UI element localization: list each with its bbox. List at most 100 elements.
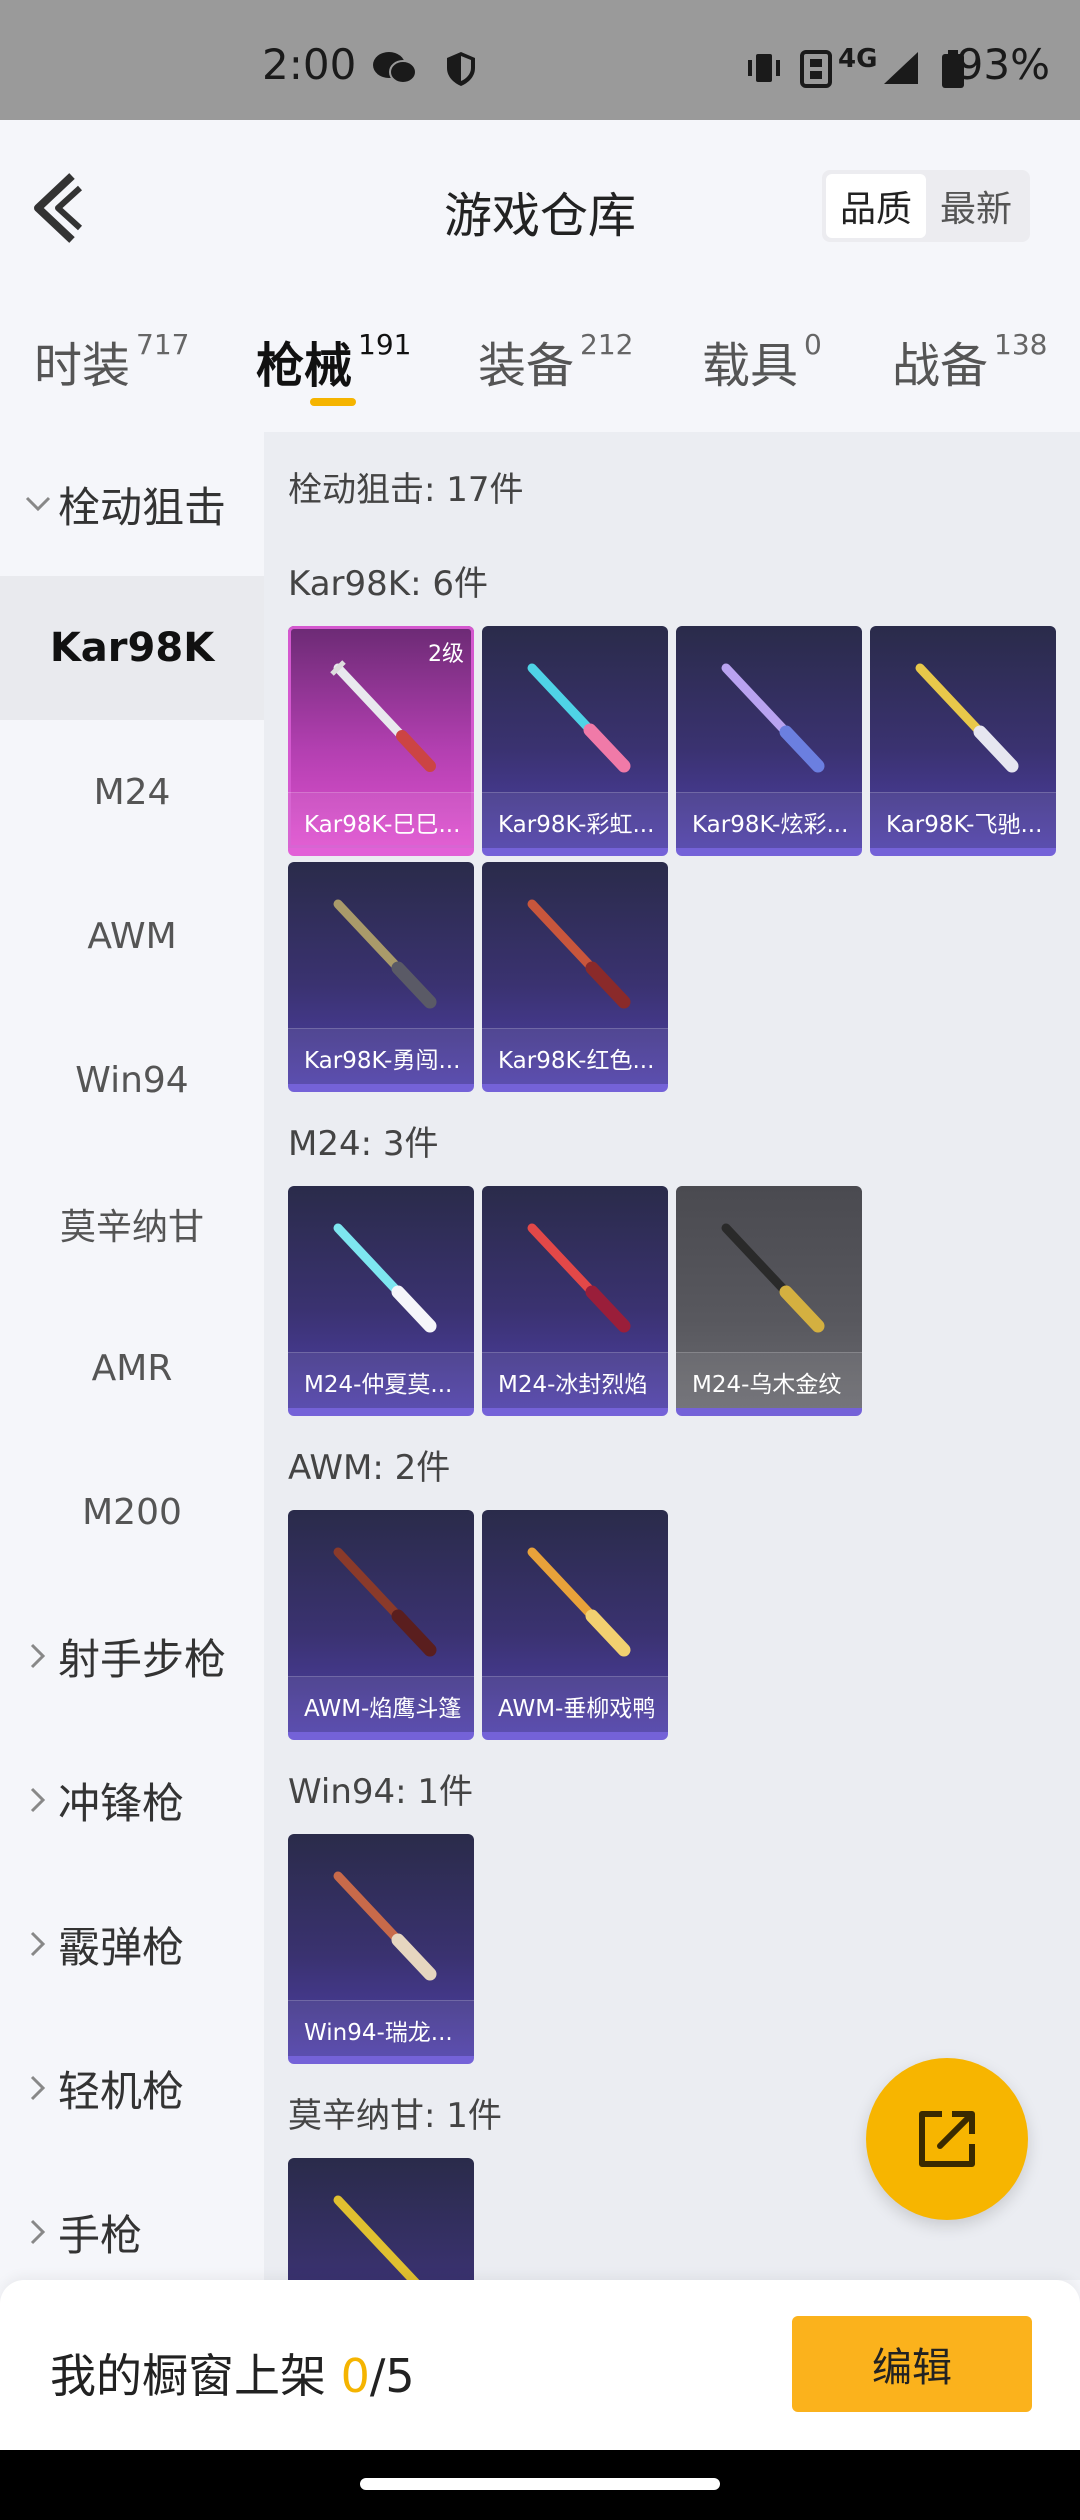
- rifle-icon: [527, 663, 631, 773]
- showcase-bar: 我的橱窗上架 0/5 编辑: [0, 2280, 1080, 2450]
- showcase-total: /5: [369, 2349, 415, 2403]
- section-title-kar98k: Kar98K: 6件: [288, 564, 488, 604]
- sidebar-item-m24[interactable]: M24: [0, 720, 264, 864]
- item-card[interactable]: Kar98K-彩虹...: [482, 626, 668, 856]
- sort-newest-button[interactable]: 最新: [926, 174, 1026, 238]
- signal-icon: [880, 50, 920, 90]
- active-tab-indicator: [310, 398, 356, 406]
- sidebar-item-m200[interactable]: M200: [0, 1440, 264, 1584]
- tab-fashion[interactable]: 时装 717: [34, 326, 189, 396]
- home-handle[interactable]: [360, 2478, 720, 2490]
- sidebar-category-label: 手枪: [58, 2210, 143, 2260]
- status-time: 2:00: [262, 40, 357, 89]
- chevron-right-icon: [18, 1787, 58, 1813]
- tab-equipment[interactable]: 装备 212: [478, 326, 633, 396]
- volte-icon: [800, 50, 832, 92]
- chevron-right-icon: [18, 2075, 58, 2101]
- tab-count: 717: [136, 328, 190, 361]
- chevron-right-icon: [18, 1931, 58, 1957]
- sidebar-category-lmg[interactable]: 轻机枪: [0, 2016, 264, 2160]
- tab-count: 212: [580, 328, 634, 361]
- share-fab-button[interactable]: [866, 2058, 1028, 2220]
- header: 游戏仓库 品质 最新: [0, 120, 1080, 288]
- category-tabs: 时装 717 枪械 191 装备 212 载具 0 战备 138: [0, 300, 1080, 430]
- vibrate-icon: [744, 50, 784, 90]
- sidebar-item-kar98k[interactable]: Kar98K: [0, 576, 264, 720]
- tab-label: 枪械: [256, 338, 353, 394]
- tab-label: 战备: [892, 338, 989, 394]
- sidebar-item-amr[interactable]: AMR: [0, 1296, 264, 1440]
- sidebar: 栓动狙击 Kar98K M24 AWM Win94 莫辛纳甘 AMR M200 …: [0, 432, 264, 2280]
- shield-icon: [444, 50, 478, 92]
- rifle-icon: [333, 899, 437, 1009]
- sidebar-category-shotgun[interactable]: 霰弹枪: [0, 1872, 264, 2016]
- sidebar-category-label: 霰弹枪: [58, 1922, 185, 1972]
- rifle-icon: [333, 2195, 420, 2280]
- status-bar: 2:00 4G 93%: [0, 0, 1080, 120]
- sidebar-category-pistol[interactable]: 手枪: [0, 2160, 264, 2280]
- item-name: Win94-瑞龙...: [288, 2000, 474, 2056]
- category-summary: 栓动狙击: 17件: [288, 470, 524, 510]
- item-card[interactable]: 2级 Kar98K-巳巳...: [288, 626, 474, 856]
- wechat-icon: [372, 50, 418, 90]
- tab-vehicles[interactable]: 载具 0: [702, 326, 822, 396]
- sidebar-category-label: 射手步枪: [58, 1634, 227, 1684]
- sidebar-category-marksman[interactable]: 射手步枪: [0, 1584, 264, 1728]
- rifle-icon: [527, 1223, 631, 1333]
- sidebar-category-bolt-action[interactable]: 栓动狙击: [0, 432, 264, 576]
- item-card[interactable]: M24-仲夏莫...: [288, 1186, 474, 1416]
- item-card[interactable]: M24-乌木金纹: [676, 1186, 862, 1416]
- item-name: Kar98K-巳巳...: [288, 792, 474, 848]
- rifle-icon: [333, 1223, 437, 1333]
- showcase-status: 我的橱窗上架 0/5: [50, 2340, 415, 2406]
- item-name: Kar98K-彩虹...: [482, 792, 668, 848]
- item-name: M24-乌木金纹: [676, 1352, 862, 1408]
- item-name: Kar98K-飞驰...: [870, 792, 1056, 848]
- sort-toggle: 品质 最新: [822, 170, 1030, 242]
- rifle-icon: [527, 1547, 631, 1657]
- item-card[interactable]: Kar98K-红色...: [482, 862, 668, 1092]
- sidebar-item-awm[interactable]: AWM: [0, 864, 264, 1008]
- item-name: M24-仲夏莫...: [288, 1352, 474, 1408]
- rifle-icon: [721, 663, 825, 773]
- tab-label: 载具: [702, 338, 799, 394]
- item-card[interactable]: Kar98K-飞驰...: [870, 626, 1056, 856]
- battery-percent: 93%: [956, 40, 1050, 89]
- item-card[interactable]: M24-冰封烈焰: [482, 1186, 668, 1416]
- edit-button[interactable]: 编辑: [792, 2316, 1032, 2412]
- section-title-win94: Win94: 1件: [288, 1772, 474, 1812]
- item-card-partial[interactable]: [288, 2158, 474, 2280]
- tab-label: 装备: [478, 338, 575, 394]
- sidebar-item-win94[interactable]: Win94: [0, 1008, 264, 1152]
- item-name: AWM-焰鹰斗篷: [288, 1676, 474, 1732]
- item-level: 2级: [428, 642, 464, 667]
- showcase-label: 我的橱窗上架: [50, 2349, 341, 2403]
- rifle-icon: [915, 663, 1019, 773]
- item-card[interactable]: Kar98K-勇闯...: [288, 862, 474, 1092]
- share-external-icon: [919, 2111, 975, 2167]
- tab-guns[interactable]: 枪械 191: [256, 326, 411, 396]
- item-card[interactable]: Kar98K-炫彩...: [676, 626, 862, 856]
- section-title-mosin: 莫辛纳甘: 1件: [288, 2096, 502, 2136]
- showcase-count: 0: [340, 2349, 370, 2403]
- rifle-icon: [721, 1223, 825, 1333]
- tab-count: 0: [804, 328, 822, 361]
- tab-supplies[interactable]: 战备 138: [892, 326, 1047, 396]
- section-title-m24: M24: 3件: [288, 1124, 439, 1164]
- item-name: AWM-垂柳戏鸭: [482, 1676, 668, 1732]
- item-card[interactable]: Win94-瑞龙...: [288, 1834, 474, 2064]
- sidebar-item-mosin[interactable]: 莫辛纳甘: [0, 1152, 264, 1296]
- sidebar-category-smg[interactable]: 冲锋枪: [0, 1728, 264, 1872]
- item-card[interactable]: AWM-焰鹰斗篷: [288, 1510, 474, 1740]
- item-name: M24-冰封烈焰: [482, 1352, 668, 1408]
- tab-label: 时装: [34, 338, 131, 394]
- tab-count: 191: [358, 328, 412, 361]
- inventory-content: 栓动狙击: 17件 Kar98K: 6件 2级 Kar98K-巳巳... Kar…: [264, 432, 1080, 2280]
- item-name: Kar98K-勇闯...: [288, 1028, 474, 1084]
- item-card[interactable]: AWM-垂柳戏鸭: [482, 1510, 668, 1740]
- tab-count: 138: [994, 328, 1048, 361]
- rifle-icon: [333, 1547, 437, 1657]
- sort-quality-button[interactable]: 品质: [826, 174, 926, 238]
- chevron-down-icon: [18, 496, 58, 512]
- sidebar-category-label: 轻机枪: [58, 2066, 185, 2116]
